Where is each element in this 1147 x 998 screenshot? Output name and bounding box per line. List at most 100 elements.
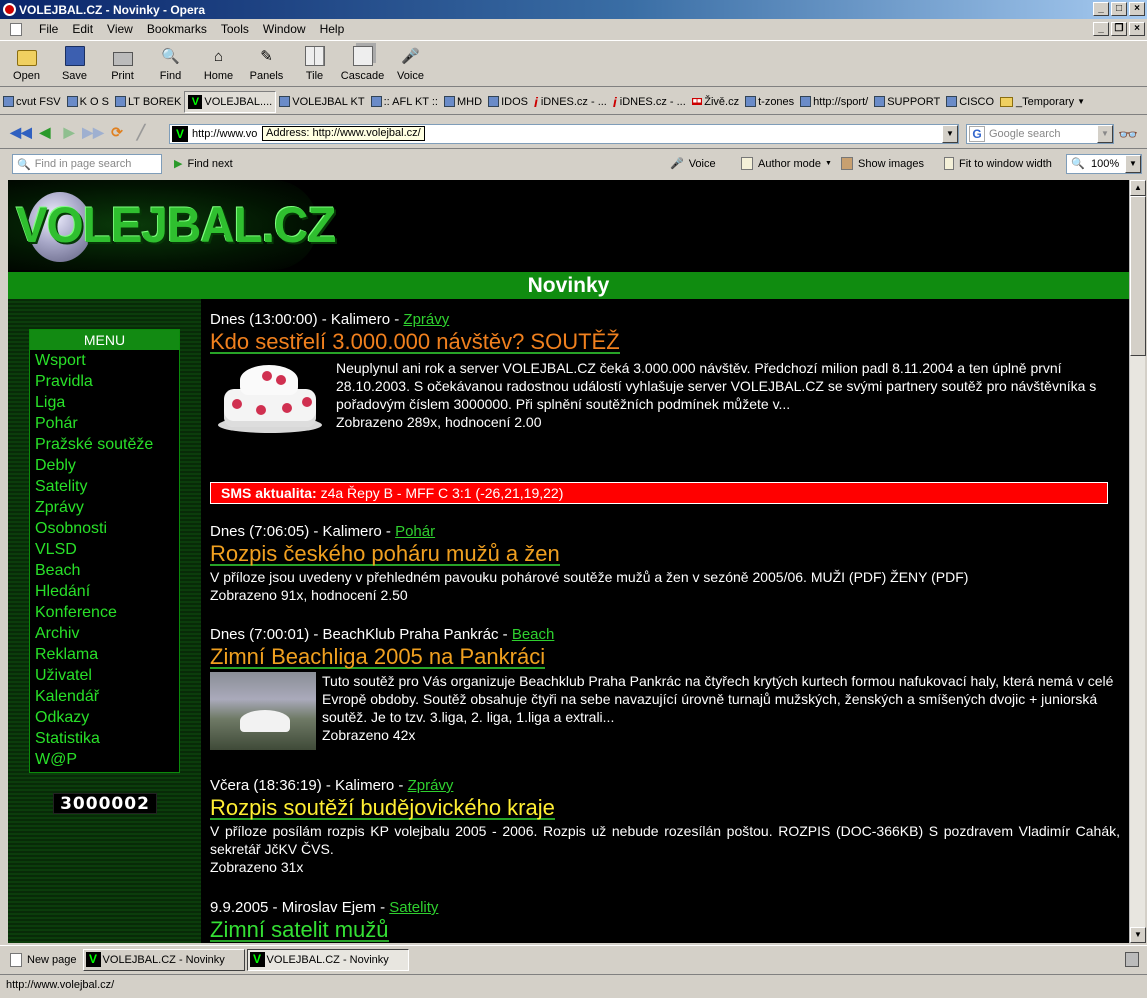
menu-item-liga[interactable]: Liga xyxy=(30,392,179,413)
article-meta: Dnes (7:00:01) - BeachKlub Praha Pankrác… xyxy=(210,626,555,643)
menu-window[interactable]: Window xyxy=(256,22,313,36)
scroll-thumb[interactable] xyxy=(1130,196,1146,356)
panels-button[interactable]: ✎ Panels xyxy=(245,41,288,87)
menu-file[interactable]: File xyxy=(32,22,65,36)
find-button[interactable]: 🔍 Find xyxy=(149,41,192,87)
sms-news-bar[interactable]: SMS aktualita: z4a Řepy B - MFF C 3:1 (-… xyxy=(210,482,1108,504)
menu-item-reklama[interactable]: Reklama xyxy=(30,644,179,665)
menu-bookmarks[interactable]: Bookmarks xyxy=(140,22,214,36)
menu-item-vlsd[interactable]: VLSD xyxy=(30,539,179,560)
forward-button[interactable]: ▶ xyxy=(58,123,80,143)
bookmark-item-active[interactable]: V VOLEJBAL.... xyxy=(184,90,277,113)
article-category-link[interactable]: Zprávy xyxy=(403,311,449,328)
page-tab[interactable]: V VOLEJBAL.CZ - Novinky xyxy=(82,948,245,971)
article-category-link[interactable]: Satelity xyxy=(389,899,438,916)
page-tab-active[interactable]: V VOLEJBAL.CZ - Novinky xyxy=(246,948,409,971)
article-title-link[interactable]: Zimní Beachliga 2005 na Pankráci xyxy=(210,644,546,669)
menu-edit[interactable]: Edit xyxy=(65,22,100,36)
bookmark-item[interactable]: http://sport/ xyxy=(797,91,871,113)
minimize-button[interactable]: _ xyxy=(1093,2,1109,16)
article-title-link[interactable]: Rozpis soutěží budějovického kraje xyxy=(210,795,555,820)
zoom-select[interactable]: 🔍 100% ▼ xyxy=(1066,154,1142,174)
bookmark-item[interactable]: IDOS xyxy=(485,91,531,113)
doc-restore-button[interactable]: ❐ xyxy=(1111,22,1127,36)
bookmark-item[interactable]: i iDNES.cz - ... xyxy=(610,91,689,113)
menu-view[interactable]: View xyxy=(100,22,140,36)
menu-item-hledani[interactable]: Hledání xyxy=(30,581,179,602)
bookmark-item[interactable]: cvut FSV xyxy=(0,91,64,113)
menu-item-beach[interactable]: Beach xyxy=(30,560,179,581)
bookmark-item[interactable]: SUPPORT xyxy=(871,91,943,113)
bookmark-item[interactable]: :: AFL KT :: xyxy=(368,91,441,113)
doc-close-button[interactable]: × xyxy=(1129,22,1145,36)
article-title-link[interactable]: Zimní satelit mužů xyxy=(210,917,389,942)
scroll-down-button[interactable]: ▼ xyxy=(1130,927,1146,943)
scroll-up-button[interactable]: ▲ xyxy=(1130,180,1146,196)
fit-width-button[interactable]: Fit to window width xyxy=(944,157,1052,170)
menu-item-uzivatel[interactable]: Uživatel xyxy=(30,665,179,686)
bookmark-item[interactable]: CISCO xyxy=(943,91,997,113)
menu-item-debly[interactable]: Debly xyxy=(30,455,179,476)
menu-item-osobnosti[interactable]: Osobnosti xyxy=(30,518,179,539)
trash-icon[interactable] xyxy=(1125,952,1139,967)
close-button[interactable]: × xyxy=(1129,2,1145,16)
print-button[interactable]: Print xyxy=(101,41,144,87)
menu-item-odkazy[interactable]: Odkazy xyxy=(30,707,179,728)
menu-item-pohar[interactable]: Pohár xyxy=(30,413,179,434)
bookmark-item[interactable]: ■■ Živě.cz xyxy=(689,91,742,113)
article-category-link[interactable]: Zprávy xyxy=(408,777,454,794)
wand-button[interactable]: ╱ xyxy=(130,123,152,143)
menu-item-pravidla[interactable]: Pravidla xyxy=(30,371,179,392)
menu-item-kalendar[interactable]: Kalendář xyxy=(30,686,179,707)
google-search-input[interactable]: G Google search ▼ xyxy=(966,124,1114,144)
cake-image xyxy=(210,359,326,437)
menu-item-wap[interactable]: W@P xyxy=(30,749,179,770)
back-button[interactable]: ◀ xyxy=(34,123,56,143)
menu-item-archiv[interactable]: Archiv xyxy=(30,623,179,644)
bookmark-item[interactable]: VOLEJBAL KT xyxy=(276,91,367,113)
menu-title: MENU xyxy=(30,330,179,350)
menu-help[interactable]: Help xyxy=(313,22,352,36)
volejbal-favicon-icon: V xyxy=(172,126,188,142)
bookmark-item[interactable]: MHD xyxy=(441,91,485,113)
bookmark-item[interactable]: K O S xyxy=(64,91,112,113)
bookmark-item[interactable]: i iDNES.cz - ... xyxy=(531,91,610,113)
new-page-button[interactable]: New page xyxy=(10,952,77,967)
bookmark-item[interactable]: LT BOREK xyxy=(112,91,184,113)
voice-button[interactable]: 🎤 Voice xyxy=(389,41,432,87)
article-title-link[interactable]: Kdo sestřelí 3.000.000 návštěv? SOUTĚŽ xyxy=(210,329,620,354)
voice-toggle[interactable]: 🎤 Voice xyxy=(670,157,716,171)
article-title-link[interactable]: Rozpis českého poháru mužů a žen xyxy=(210,541,560,566)
maximize-button[interactable]: □ xyxy=(1111,2,1127,16)
zoom-dropdown-button[interactable]: ▼ xyxy=(1125,155,1141,173)
menu-item-prazske-souteze[interactable]: Pražské soutěže xyxy=(30,434,179,455)
tile-button[interactable]: Tile xyxy=(293,41,336,87)
menu-item-wsport[interactable]: Wsport xyxy=(30,350,179,371)
address-dropdown-button[interactable]: ▼ xyxy=(942,125,958,143)
binoculars-icon[interactable]: 👓 xyxy=(1118,125,1138,145)
bookmark-item[interactable]: t-zones xyxy=(742,91,797,113)
menu-item-zpravy[interactable]: Zprávy xyxy=(30,497,179,518)
article-category-link[interactable]: Pohár xyxy=(395,523,435,540)
menu-item-konference[interactable]: Konference xyxy=(30,602,179,623)
show-images-button[interactable]: Show images xyxy=(841,157,924,170)
bookmark-folder[interactable]: _Temporary ▼ xyxy=(997,91,1088,113)
cascade-button[interactable]: Cascade xyxy=(341,41,384,87)
save-button[interactable]: Save xyxy=(53,41,96,87)
menu-tools[interactable]: Tools xyxy=(214,22,256,36)
article-category-link[interactable]: Beach xyxy=(512,626,555,643)
site-logo[interactable]: VOLEJBAL.CZ xyxy=(8,180,336,270)
fast-forward-button[interactable]: ▶▶ xyxy=(82,123,104,143)
author-mode-button[interactable]: Author mode ▼ xyxy=(741,157,832,170)
search-dropdown-button[interactable]: ▼ xyxy=(1097,125,1113,143)
menu-item-statistika[interactable]: Statistika xyxy=(30,728,179,749)
doc-minimize-button[interactable]: _ xyxy=(1093,22,1109,36)
page-scrollbar[interactable]: ▲ ▼ xyxy=(1129,180,1146,943)
reload-button[interactable]: ⟳ xyxy=(106,123,128,143)
home-button[interactable]: ⌂ Home xyxy=(197,41,240,87)
find-next-button[interactable]: ▶ Find next xyxy=(174,157,233,171)
rewind-button[interactable]: ◀◀ xyxy=(10,123,32,143)
menu-item-satelity[interactable]: Satelity xyxy=(30,476,179,497)
open-button[interactable]: Open xyxy=(5,41,48,87)
find-in-page-input[interactable]: 🔍 Find in page search xyxy=(12,154,162,174)
